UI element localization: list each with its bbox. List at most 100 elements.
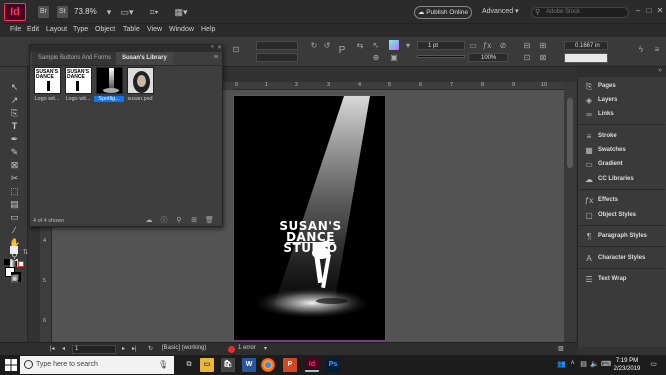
task-view-icon[interactable]: ⧉ [182,358,196,372]
menu-edit[interactable]: Edit [27,26,39,33]
library-item-logo-1[interactable]: SUSAN'S DANCE [34,67,61,94]
file-explorer-icon[interactable]: ▭ [200,358,214,372]
fit-frame-icon[interactable]: ⊞ [538,41,548,51]
tab-susans-library[interactable]: Susan's Library [116,52,173,65]
keyboard-icon[interactable]: ⌨ [601,360,611,368]
select-content-icon[interactable]: ⊕ [371,53,381,63]
next-page-icon[interactable]: ▸ [122,345,125,352]
volume-icon[interactable]: 🔈 [590,360,599,368]
panel-stroke[interactable]: ≡ Stroke [578,131,666,143]
dock-header[interactable]: » [577,67,666,77]
collapse-panel-icon[interactable]: » [211,44,214,50]
arrange-documents-icon[interactable]: ▦▾ [172,5,190,19]
item-info-icon[interactable]: ⓘ [160,217,168,225]
indesign-taskbar-icon[interactable]: Id [305,358,319,372]
opacity-field[interactable]: 100% [468,53,508,62]
panel-layers[interactable]: ◈ Layers [578,95,666,107]
photoshop-taskbar-icon[interactable]: Ps [326,358,340,372]
stroke-type-select[interactable] [417,55,465,58]
page-tool-icon[interactable]: ⎘ [9,108,20,119]
screen-mode-icon[interactable]: ▭▾ [118,5,136,19]
stroke-weight-field[interactable]: 1 pt [417,41,465,50]
cc-sync-icon[interactable]: ☁ [145,217,153,225]
corner-shape-select[interactable] [564,53,608,63]
preflight-menu-icon[interactable]: ▾ [264,345,267,352]
panel-swatches[interactable]: ▦ Swatches [578,145,666,157]
scrollbar-thumb[interactable] [567,98,573,168]
rotate-icon[interactable]: ↻ [309,41,319,51]
network-icon[interactable]: ▤ [579,360,588,368]
panel-drag-bar[interactable]: » ✕ [30,44,224,52]
apply-gradient-icon[interactable] [11,261,17,267]
first-page-icon[interactable]: |◂ [50,345,55,352]
powerpoint-icon[interactable]: P [283,358,297,372]
type-tool-icon[interactable]: T [9,121,20,132]
taskbar-search-input[interactable]: Type here to search [20,356,174,374]
fit-content-icon[interactable]: ⊟ [522,41,532,51]
workspace-switcher[interactable]: Advanced ▾ [482,7,519,15]
new-item-icon[interactable]: ⊞ [190,217,198,225]
apply-none-icon[interactable] [18,261,24,267]
open-page-icon[interactable]: ↻ [148,345,153,352]
search-library-icon[interactable]: ⚲ [175,217,183,225]
previous-page-icon[interactable]: ◂ [62,345,65,352]
document-page[interactable]: SUSAN'S DANCE STUDIO [233,95,386,341]
minimize-icon[interactable]: – [633,5,643,17]
maximize-icon[interactable]: □ [644,5,654,17]
rectangle-frame-tool-icon[interactable]: ⊠ [9,160,20,171]
menu-layout[interactable]: Layout [46,26,67,33]
menu-window[interactable]: Window [169,26,194,33]
eyedropper-tool-icon[interactable]: ⁄ [9,225,20,236]
adobe-stock-search[interactable]: Adobe Stock [531,7,629,18]
panel-effects[interactable]: ƒx Effects [578,195,666,207]
menu-view[interactable]: View [147,26,162,33]
close-panel-icon[interactable]: ✕ [217,44,222,51]
pencil-tool-icon[interactable]: ✎ [9,147,20,158]
library-item-spotlight[interactable] [96,67,123,94]
page-number-field[interactable]: 1 [72,345,116,354]
chrome-icon[interactable] [261,358,275,372]
fill-swatch[interactable] [389,40,399,50]
delete-item-icon[interactable]: 🗑 [205,217,214,225]
note-tool-icon[interactable]: ▭ [9,212,20,223]
split-layout-icon[interactable]: ▥ [558,345,564,352]
windows-start-icon[interactable] [4,358,18,372]
selection-tool-icon[interactable]: ↖ [9,82,20,93]
direct-selection-tool-icon[interactable]: ↗ [9,95,20,106]
store-icon[interactable]: 🛍 [221,358,235,372]
panel-character-styles[interactable]: A Character Styles [578,253,666,265]
collapse-dock-icon[interactable]: » [658,67,662,74]
horizontal-ruler[interactable]: 0 1 2 3 4 5 6 7 8 9 10 [233,82,564,90]
panel-object-styles[interactable]: ▢ Object Styles [578,210,666,222]
stock-button[interactable]: St [57,6,68,18]
drop-shadow-icon[interactable]: ▭ [468,41,478,51]
microphone-icon[interactable]: 🎙 [158,360,168,369]
panel-paragraph-styles[interactable]: ¶ Paragraph Styles [578,231,666,243]
fill-proportionally-icon[interactable]: ⊠ [538,53,548,63]
clock-time[interactable]: 7:19 PM [610,358,644,364]
menu-file[interactable]: File [10,26,21,33]
clear-effects-icon[interactable]: ⊘ [498,41,508,51]
notifications-icon[interactable]: ▭ [649,360,658,368]
free-transform-tool-icon[interactable]: ⬚ [9,186,20,197]
vertical-scrollbar[interactable] [564,82,576,342]
flip-horizontal-icon[interactable]: ⇆ [355,41,365,51]
library-item-logo-2[interactable]: SUSAN'S DANCE [65,67,92,94]
reference-y-field[interactable] [256,53,298,62]
fill-dropdown-icon[interactable]: ▾ [403,41,413,51]
view-options-icon[interactable]: ⌗▾ [145,5,163,19]
stroke-swatch-icon[interactable]: ▣ [389,53,399,63]
menu-help[interactable]: Help [201,26,215,33]
preflight-profile[interactable]: [Basic] (working) [162,345,206,351]
paragraph-icon[interactable]: P [337,46,347,56]
library-item-susan-photo[interactable] [127,67,154,94]
quick-apply-icon[interactable]: ϟ [636,45,646,55]
panel-pages[interactable]: ⎘ Pages [578,81,666,93]
word-icon[interactable]: W [242,358,256,372]
rotate-ccw-icon[interactable]: ↺ [322,41,332,51]
clock-date[interactable]: 2/23/2019 [610,366,644,372]
gradient-tool-icon[interactable]: ▤ [9,199,20,210]
pen-tool-icon[interactable]: ✒ [9,134,20,145]
panel-links[interactable]: ∞ Links [578,109,666,121]
formatting-affects-container-icon[interactable] [10,246,18,254]
